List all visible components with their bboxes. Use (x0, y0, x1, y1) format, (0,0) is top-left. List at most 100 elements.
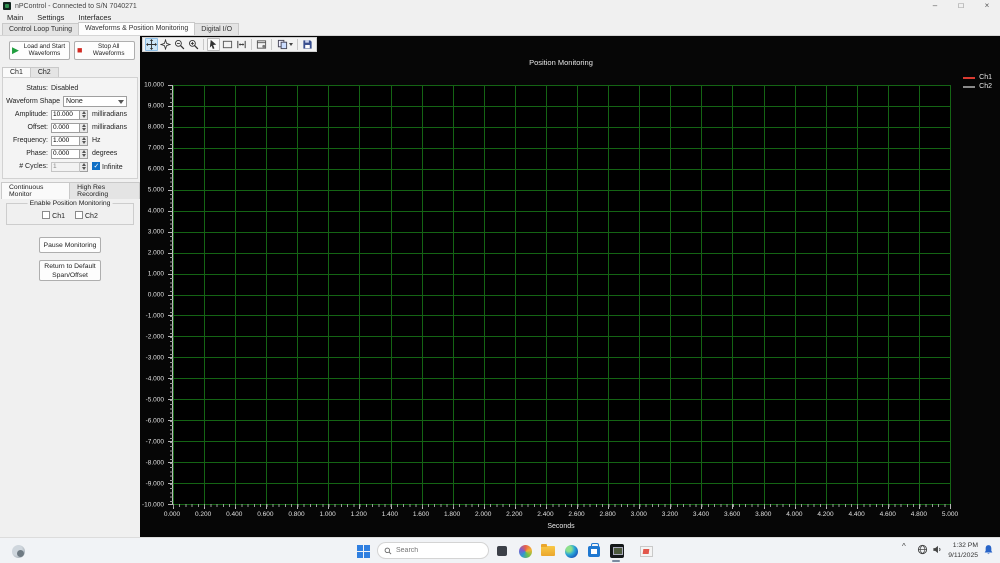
close-button[interactable]: × (974, 0, 1000, 12)
main-tabbar: Control Loop Tuning Waveforms & Position… (0, 22, 1000, 36)
save-plot-icon[interactable] (301, 38, 314, 51)
plot-area[interactable] (168, 85, 951, 509)
zoom-out-icon[interactable] (173, 38, 186, 51)
menu-settings[interactable]: Settings (30, 12, 71, 23)
x-tick-label: 3.200 (661, 511, 679, 518)
x-tick-label: 2.200 (506, 511, 523, 518)
start-button[interactable] (355, 543, 371, 559)
zoom-select-icon[interactable] (159, 38, 172, 51)
offset-stepper[interactable] (80, 122, 88, 133)
network-icon[interactable] (917, 544, 930, 557)
tab-high-res-recording[interactable]: High Res Recording (69, 182, 140, 199)
pan-icon[interactable] (145, 38, 158, 51)
weather-icon[interactable] (10, 543, 26, 559)
h-gridline (173, 252, 950, 254)
x-tick-label: 4.200 (817, 511, 834, 518)
v-gridline (856, 85, 858, 504)
h-gridline (173, 273, 950, 275)
remote-viewer-icon[interactable] (638, 543, 654, 559)
file-explorer-icon[interactable] (540, 543, 556, 559)
amplitude-input[interactable] (51, 109, 80, 120)
toolbar-separator (203, 39, 204, 50)
store-icon[interactable] (586, 542, 602, 559)
frequency-input[interactable] (51, 135, 80, 146)
legend-dash (963, 85, 976, 88)
load-start-waveforms-button[interactable]: ▶ Load and Start Waveforms (9, 41, 70, 60)
v-gridline (670, 85, 672, 504)
menu-main[interactable]: Main (0, 12, 30, 23)
pause-monitoring-button[interactable]: Pause Monitoring (39, 237, 101, 253)
h-gridline (173, 189, 950, 191)
y-tick-label: 4.000 (147, 207, 164, 215)
v-gridline (577, 85, 579, 504)
tab-ch1[interactable]: Ch1 (2, 67, 31, 77)
x-tick-label: 0.800 (288, 511, 305, 518)
copilot-icon[interactable] (517, 543, 533, 559)
tab-digital-io[interactable]: Digital I/O (194, 23, 240, 35)
stop-all-waveforms-button[interactable]: ■ Stop All Waveforms (74, 41, 135, 60)
stop-icon: ■ (77, 45, 83, 55)
screen: nPControl - Connected to S/N 7040271 – □… (0, 0, 1000, 563)
legend-dash (963, 76, 976, 79)
frequency-stepper[interactable] (80, 135, 88, 146)
tray-date: 9/11/2025 (948, 551, 978, 559)
tab-control-loop-tuning[interactable]: Control Loop Tuning (2, 23, 80, 35)
zoom-in-icon[interactable] (187, 38, 200, 51)
edge-icon[interactable] (563, 543, 579, 559)
copy-dropdown-icon[interactable] (288, 43, 293, 46)
search-box[interactable] (377, 542, 489, 559)
offset-input[interactable] (51, 122, 80, 133)
x-tick-label: 1.000 (319, 511, 336, 518)
y-tick-label: 10.000 (144, 81, 164, 89)
x-tick-label: 0.000 (163, 511, 181, 518)
legend-item-ch1[interactable]: Ch1 (963, 73, 992, 82)
phase-stepper[interactable] (80, 148, 88, 159)
y-tick-label: 9.000 (147, 102, 164, 110)
x-tick (950, 504, 951, 509)
volume-icon[interactable] (932, 544, 945, 557)
h-gridline (173, 378, 950, 380)
tab-continuous-monitor[interactable]: Continuous Monitor (1, 182, 71, 199)
cursor-icon[interactable] (207, 38, 220, 51)
minimize-button[interactable]: – (922, 0, 948, 12)
titlebar: nPControl - Connected to S/N 7040271 – □… (0, 0, 1000, 12)
position-monitoring-chart: Position Monitoring Ch1 Ch2 10.000 9.000 8.… (140, 36, 1000, 537)
phase-input[interactable] (51, 148, 80, 159)
cursor-pair-icon[interactable] (235, 38, 248, 51)
box-zoom-icon[interactable] (221, 38, 234, 51)
return-default-span-offset-button[interactable]: Return to Default Span/Offset (39, 260, 101, 281)
infinite-label: Infinite (102, 164, 123, 171)
x-tick-label: 0.400 (226, 511, 243, 518)
tab-ch2[interactable]: Ch2 (29, 67, 59, 77)
copy-plot-icon[interactable] (275, 38, 294, 51)
x-tick-label: 1.200 (350, 511, 367, 518)
amplitude-stepper[interactable] (80, 109, 88, 120)
enable-ch1-checkbox[interactable] (42, 211, 51, 219)
enable-group-title: Enable Position Monitoring (27, 200, 113, 207)
enable-ch2-checkbox[interactable] (75, 211, 83, 219)
toolbar-separator (297, 39, 298, 50)
tab-waveforms-position-monitoring[interactable]: Waveforms & Position Monitoring (78, 22, 196, 35)
y-tick-label: -6.000 (145, 417, 164, 425)
v-gridline (359, 85, 361, 504)
cycles-input[interactable] (51, 161, 80, 172)
tray-chevron-icon[interactable]: ^ (902, 542, 906, 551)
v-gridline (204, 85, 206, 504)
plot-settings-icon[interactable] (255, 38, 268, 51)
h-gridline (173, 210, 950, 212)
task-view-icon[interactable] (494, 543, 510, 559)
y-tick-label: 1.000 (147, 270, 164, 278)
v-gridline (390, 85, 392, 504)
npcontrol-app-icon[interactable] (609, 543, 625, 559)
amplitude-unit: milliradians (92, 111, 128, 118)
x-tick-label: 3.600 (724, 511, 741, 518)
v-gridline (483, 85, 485, 504)
waveform-shape-select[interactable]: None (63, 96, 127, 107)
infinite-checkbox[interactable] (92, 162, 100, 170)
notification-bell-icon[interactable] (983, 544, 994, 556)
legend-item-ch2[interactable]: Ch2 (963, 82, 992, 91)
search-input[interactable] (396, 547, 466, 554)
tray-clock[interactable]: 1:32 PM 9/11/2025 (948, 541, 978, 561)
maximize-button[interactable]: □ (948, 0, 974, 12)
cycles-stepper[interactable] (80, 161, 88, 172)
